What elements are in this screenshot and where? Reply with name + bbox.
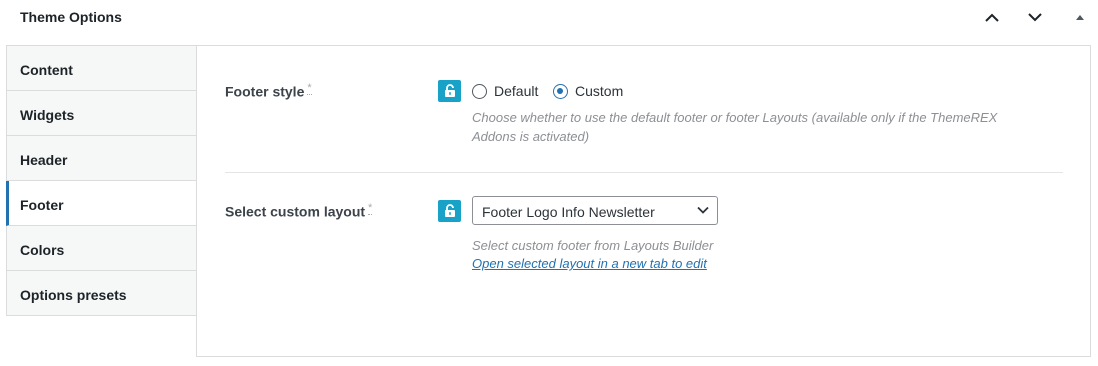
radio-label: Custom [575, 83, 624, 99]
footer-style-description: Choose whether to use the default footer… [472, 110, 998, 144]
tab-widgets[interactable]: Widgets [6, 91, 197, 136]
section-tabs: Content Widgets Header Footer Colors Opt… [6, 45, 197, 316]
custom-layout-description: Select custom footer from Layouts Builde… [472, 238, 714, 253]
move-down-button[interactable] [1023, 6, 1047, 28]
unlock-icon [444, 204, 455, 217]
tab-content[interactable]: Content [6, 45, 197, 91]
toggle-panel-button[interactable] [1068, 6, 1092, 28]
tab-label: Content [20, 62, 73, 78]
custom-layout-label-text: Select custom layout [225, 203, 366, 220]
footer-style-label: Footer style * [225, 82, 312, 100]
radio-circle [472, 83, 487, 99]
tab-options-presets[interactable]: Options presets [6, 271, 197, 316]
custom-layout-select[interactable]: Footer Logo Info Newsletter [472, 196, 718, 225]
required-mark: * [307, 82, 312, 95]
tab-colors[interactable]: Colors [6, 226, 197, 271]
chevron-down-icon [1028, 12, 1042, 21]
required-mark: * [368, 202, 373, 215]
tab-label: Header [20, 152, 68, 168]
radio-circle [553, 83, 568, 99]
chevron-up-icon [985, 13, 999, 22]
tab-label: Footer [20, 197, 64, 213]
tab-label: Options presets [20, 287, 127, 303]
theme-options-header: Theme Options [0, 0, 1098, 36]
tab-header[interactable]: Header [6, 136, 197, 181]
panel-title: Theme Options [20, 9, 122, 25]
unlock-icon [444, 84, 455, 97]
chevron-down-icon [697, 206, 709, 214]
footer-style-label-text: Footer style [225, 83, 305, 100]
custom-layout-label: Select custom layout * [225, 202, 373, 220]
footer-style-custom-radio[interactable]: Custom [553, 83, 623, 99]
move-up-button[interactable] [980, 6, 1004, 28]
override-lock-button[interactable] [438, 80, 461, 102]
open-layout-link[interactable]: Open selected layout in a new tab to edi… [472, 256, 707, 271]
tab-label: Widgets [20, 107, 75, 123]
caret-up-icon [1076, 15, 1084, 20]
footer-style-default-radio[interactable]: Default [472, 83, 538, 99]
row-divider [225, 172, 1063, 173]
override-lock-button[interactable] [438, 200, 461, 222]
radio-label: Default [494, 83, 539, 99]
tab-footer[interactable]: Footer [6, 181, 197, 226]
select-value: Footer Logo Info Newsletter [482, 204, 655, 220]
tab-label: Colors [20, 242, 65, 258]
